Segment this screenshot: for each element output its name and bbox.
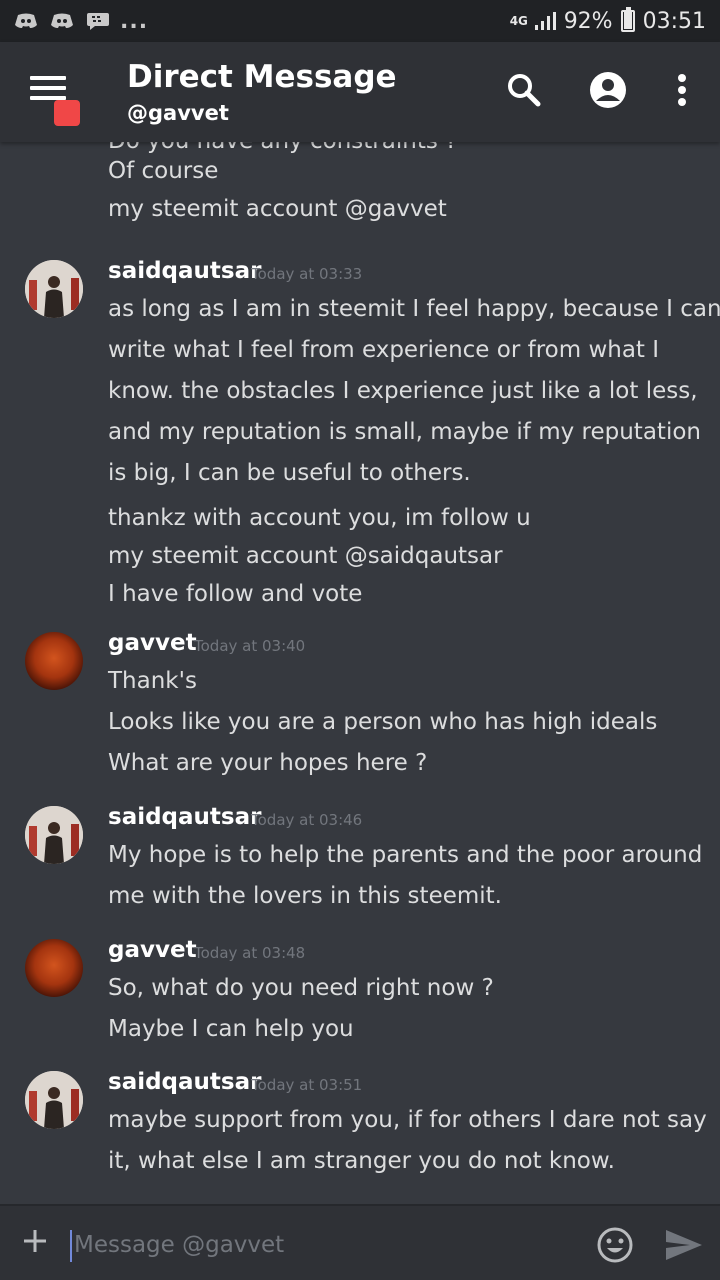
more-notifications-indicator: ... <box>120 8 149 34</box>
battery-icon <box>620 7 635 32</box>
message-text: me with the lovers in this steemit. <box>108 883 502 909</box>
message-text: know. the obstacles I experience just li… <box>108 378 698 404</box>
author-name[interactable]: saidqautsar <box>108 1069 261 1095</box>
clock: 03:51 <box>642 8 706 34</box>
message-text: it, what else I am stranger you do not k… <box>108 1148 615 1174</box>
message-composer <box>0 1204 720 1280</box>
avatar[interactable] <box>25 939 83 997</box>
battery-percentage: 92% <box>563 8 613 34</box>
message-text: maybe support from you, if for others I … <box>108 1107 707 1133</box>
message-text: as long as I am in steemit I feel happy,… <box>108 296 720 322</box>
message-text: my steemit account @saidqautsar <box>108 543 503 569</box>
discord-notification-icon <box>51 13 73 28</box>
timestamp: Today at 03:33 <box>251 265 363 283</box>
author-name[interactable]: gavvet <box>108 937 197 963</box>
bbm-notification-icon <box>87 13 109 30</box>
message-text: Do you have any constraints ? <box>108 142 457 154</box>
timestamp: Today at 03:51 <box>251 1076 363 1094</box>
network-type: 4G <box>509 14 528 28</box>
message-input[interactable] <box>74 1224 574 1266</box>
signal-icon <box>534 12 556 30</box>
profile-icon[interactable] <box>588 70 628 110</box>
text-cursor <box>70 1230 72 1262</box>
message-list[interactable]: Do you have any constraints ? Of course … <box>0 142 720 1204</box>
menu-icon[interactable] <box>30 76 80 126</box>
message-text: is big, I can be useful to others. <box>108 460 471 486</box>
author-name[interactable]: gavvet <box>108 630 197 656</box>
unread-badge <box>54 100 80 126</box>
user-photo <box>25 1071 83 1129</box>
timestamp: Today at 03:46 <box>251 811 363 829</box>
message-text: What are your hopes here ? <box>108 750 428 776</box>
more-vertical-icon[interactable] <box>662 70 702 110</box>
discord-notification-icon <box>15 13 37 28</box>
user-photo <box>25 260 83 318</box>
avatar[interactable] <box>25 632 83 690</box>
message-text: So, what do you need right now ? <box>108 975 494 1001</box>
app-bar: Direct Message @gavvet <box>0 42 720 142</box>
author-name[interactable]: saidqautsar <box>108 258 261 284</box>
message-text: Maybe I can help you <box>108 1016 354 1042</box>
avatar[interactable] <box>25 806 83 864</box>
message-text: Thank's <box>108 668 197 694</box>
timestamp: Today at 03:40 <box>194 637 306 655</box>
plus-icon[interactable] <box>22 1228 48 1254</box>
status-bar: ... 4G 92% 03:51 <box>0 0 720 42</box>
author-name[interactable]: saidqautsar <box>108 804 261 830</box>
message-text: write what I feel from experience or fro… <box>108 337 660 363</box>
page-subtitle: @gavvet <box>127 101 229 125</box>
message-text: Of course <box>108 158 219 184</box>
send-icon[interactable] <box>664 1228 704 1262</box>
avatar[interactable] <box>25 1071 83 1129</box>
message-text: thankz with account you, im follow u <box>108 505 531 531</box>
user-photo <box>25 806 83 864</box>
message-text: I have follow and vote <box>108 581 363 607</box>
message-text: my steemit account @gavvet <box>108 196 447 222</box>
search-icon[interactable] <box>504 70 544 110</box>
message-text: and my reputation is small, maybe if my … <box>108 419 701 445</box>
avatar[interactable] <box>25 260 83 318</box>
message-text: My hope is to help the parents and the p… <box>108 842 703 868</box>
emoji-icon[interactable] <box>596 1226 634 1264</box>
page-title: Direct Message <box>127 59 397 95</box>
timestamp: Today at 03:48 <box>194 944 306 962</box>
message-text: Looks like you are a person who has high… <box>108 709 658 735</box>
